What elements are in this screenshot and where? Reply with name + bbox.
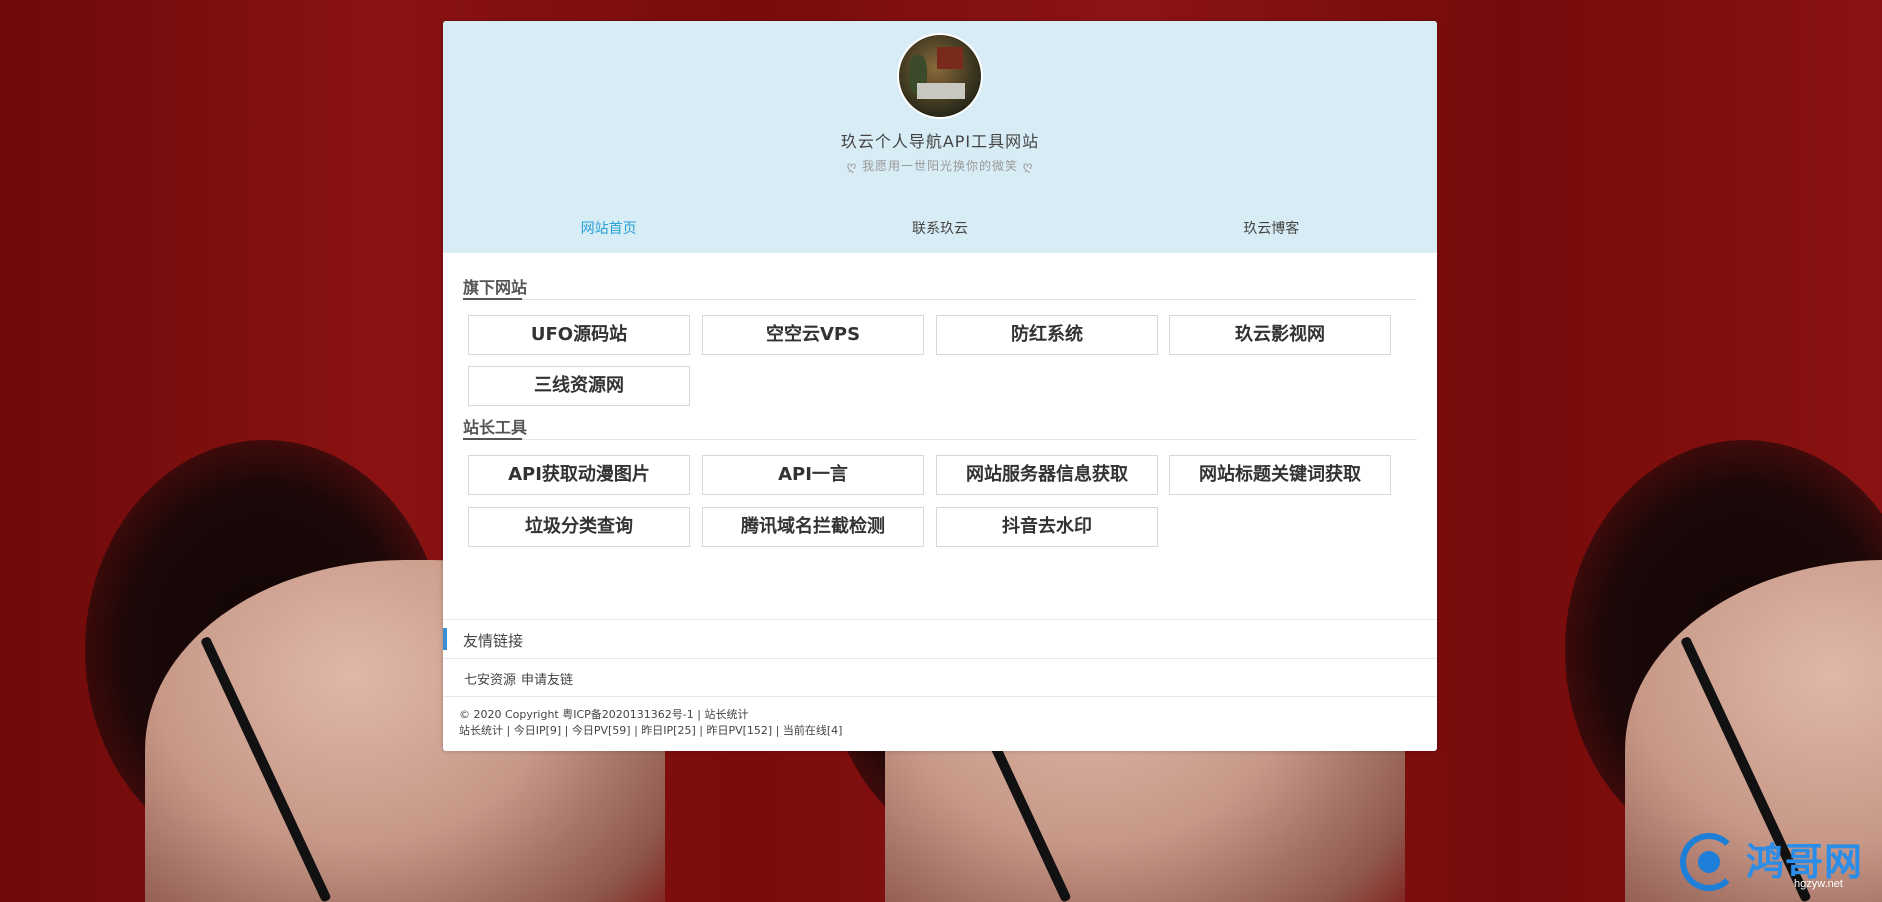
tool-button-douyin-watermark[interactable]: 抖音去水印 xyxy=(936,507,1158,547)
watermark-logo-icon xyxy=(1680,833,1738,891)
section-divider xyxy=(463,438,1417,440)
site-title: 玖云个人导航API工具网站 xyxy=(840,132,1040,151)
tool-button-title-keywords[interactable]: 网站标题关键词获取 xyxy=(1169,455,1391,495)
tool-button-server-info[interactable]: 网站服务器信息获取 xyxy=(936,455,1158,495)
main-nav: 网站首页 联系玖云 玖云博客 xyxy=(443,219,1437,239)
watermark-subtext: hgzyw.net xyxy=(1794,878,1843,890)
friend-links-accent xyxy=(443,628,447,650)
nav-item-contact[interactable]: 联系玖云 xyxy=(774,219,1105,239)
section-title-owned-sites: 旗下网站 xyxy=(463,278,528,297)
friend-links-list: 七安资源 申请友链 xyxy=(464,669,578,688)
site-button-movies[interactable]: 玖云影视网 xyxy=(1169,315,1391,355)
footer-stats: 站长统计 | 今日IP[9] | 今日PV[59] | 昨日IP[25] | 昨… xyxy=(459,724,843,737)
site-button-kongkong-vps[interactable]: 空空云VPS xyxy=(702,315,924,355)
friend-links-bar: 友情链接 xyxy=(443,619,1437,659)
nav-item-home[interactable]: 网站首页 xyxy=(443,219,774,239)
site-motto: ღ 我愿用一世阳光换你的微笑 ღ xyxy=(846,159,1034,173)
site-button-anti-red[interactable]: 防红系统 xyxy=(936,315,1158,355)
tool-button-tencent-domain-check[interactable]: 腾讯域名拦截检测 xyxy=(702,507,924,547)
avatar xyxy=(897,33,983,119)
main-card: 玖云个人导航API工具网站 ღ 我愿用一世阳光换你的微笑 ღ 网站首页 联系玖云… xyxy=(443,21,1437,751)
site-button-sanxian[interactable]: 三线资源网 xyxy=(468,366,690,406)
site-button-ufo[interactable]: UFO源码站 xyxy=(468,315,690,355)
section-divider xyxy=(463,298,1417,300)
footer-divider xyxy=(443,696,1437,697)
nav-item-blog[interactable]: 玖云博客 xyxy=(1106,219,1437,239)
friend-link-apply[interactable]: 申请友链 xyxy=(521,673,573,688)
tool-button-garbage-sort[interactable]: 垃圾分类查询 xyxy=(468,507,690,547)
watermark-logo: 鸿哥网 hgzyw.net xyxy=(1680,833,1880,895)
footer-copyright: © 2020 Copyright 粤ICP备2020131362号-1 | 站长… xyxy=(459,708,749,721)
wallpaper-tile xyxy=(1475,0,1882,902)
tool-button-anime-image-api[interactable]: API获取动漫图片 xyxy=(468,455,690,495)
footer: © 2020 Copyright 粤ICP备2020131362号-1 | 站长… xyxy=(459,707,842,739)
friend-link-qian[interactable]: 七安资源 xyxy=(464,673,516,688)
header: 玖云个人导航API工具网站 ღ 我愿用一世阳光换你的微笑 ღ 网站首页 联系玖云… xyxy=(443,21,1437,253)
section-title-webmaster-tools: 站长工具 xyxy=(463,418,528,437)
friend-links-title: 友情链接 xyxy=(463,632,524,650)
tool-button-hitokoto-api[interactable]: API一言 xyxy=(702,455,924,495)
